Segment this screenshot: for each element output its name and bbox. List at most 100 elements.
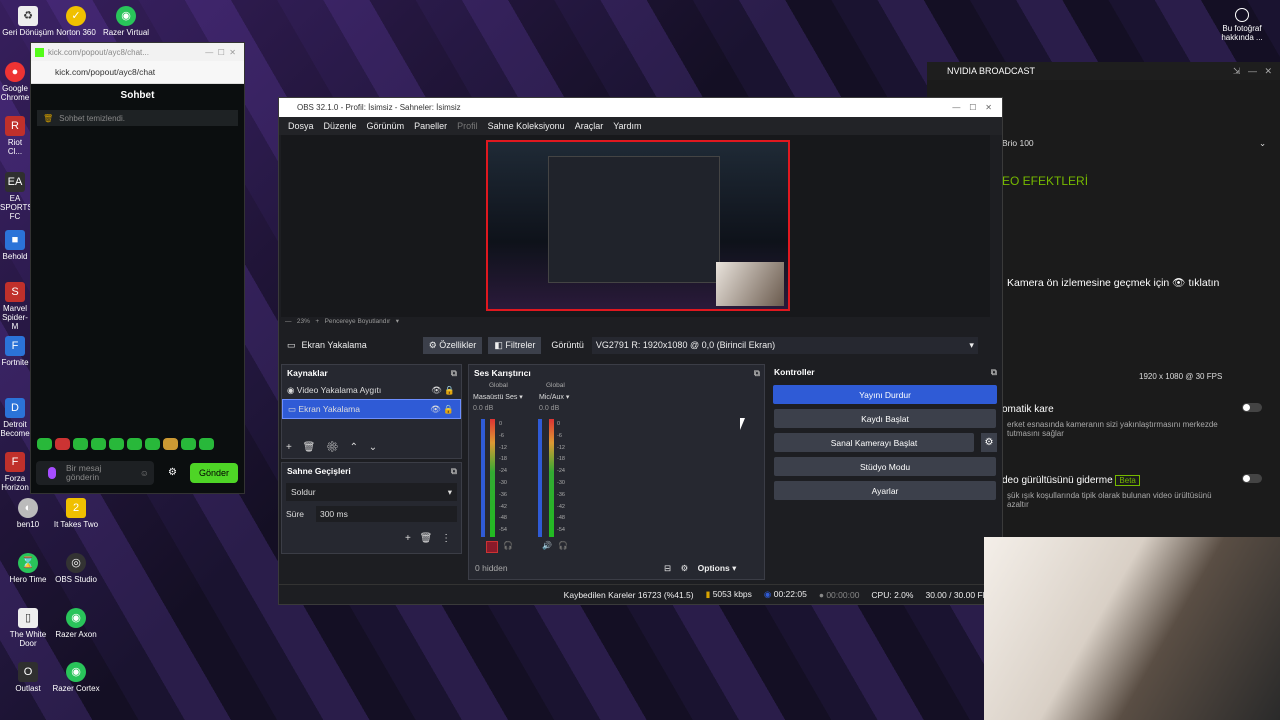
display-select[interactable]: VG2791 R: 1920x1080 @ 0,0 (Birincil Ekra… <box>591 336 978 354</box>
desktop-icon-behold[interactable]: ■ Behold <box>0 230 30 261</box>
desktop-icon-razer-axon[interactable]: ◉ Razer Axon <box>48 608 104 639</box>
desktop-icon-forza[interactable]: F Forza Horizon <box>0 452 30 492</box>
undock-icon[interactable]: ⧉ <box>451 466 457 477</box>
undock-icon[interactable]: ⧉ <box>991 367 997 378</box>
display-label: Görüntü <box>551 340 584 350</box>
channel-name-mic[interactable]: Mic/Aux ▾ <box>539 393 569 401</box>
source-item-selected[interactable]: ▭ Ekran Yakalama 👁 🔒 <box>282 399 461 419</box>
virtual-camera-button[interactable]: Sanal Kamerayı Başlat <box>774 433 974 452</box>
mute-desktop-icon[interactable] <box>486 541 498 553</box>
headphones-icon[interactable]: 🎧 <box>558 541 568 550</box>
settings-button[interactable]: Ayarlar <box>774 481 996 500</box>
monitor-icon: ▭ <box>287 339 296 350</box>
riot-icon: R <box>5 116 25 136</box>
desktop-icon-riot[interactable]: R Riot Cl... <box>0 116 30 156</box>
emote-bar[interactable] <box>37 438 214 450</box>
menu-help[interactable]: Yardım <box>608 121 646 131</box>
obs-titlebar: OBS 32.1.0 - Profil: İsimsiz - Sahneler:… <box>279 98 1002 117</box>
photo-info[interactable]: Bu fotoğraf hakkında ... <box>1212 8 1272 42</box>
emote[interactable] <box>109 438 124 450</box>
volume-slider-mic[interactable] <box>538 419 542 537</box>
kick-chat-window: kick.com/popout/ayc8/chat... — ☐ ✕ kick.… <box>30 42 245 494</box>
visibility-eye-icon[interactable]: 👁 🔒 <box>430 404 454 415</box>
autoframe-toggle[interactable] <box>1242 403 1262 412</box>
channel-name-desktop[interactable]: Masaüstü Ses ▾ <box>473 393 523 401</box>
emote[interactable] <box>73 438 88 450</box>
menu-tools[interactable]: Araçlar <box>570 121 609 131</box>
desktop-icon-obs[interactable]: ◎ OBS Studio <box>48 553 104 584</box>
channel-db: 0.0 dB <box>473 405 494 412</box>
cpu-usage: CPU: 2.0% <box>871 589 914 600</box>
mixer-title: Ses Karıştırıcı ⧉ <box>474 367 760 379</box>
menu-profile[interactable]: Profil <box>452 121 483 131</box>
source-toolbar: ▭ Ekran Yakalama ⚙ Özellikler ◧ Filtrele… <box>279 335 1002 355</box>
filters-button[interactable]: ◧ Filtreler <box>488 336 542 354</box>
desktop-icon-norton[interactable]: ✓ Norton 360 <box>48 6 104 37</box>
preview-source-capture[interactable] <box>486 140 790 311</box>
emote[interactable] <box>145 438 160 450</box>
sources-toolbar[interactable]: + 🗑 ⚙ ⌃ ⌄ <box>286 442 377 453</box>
emote[interactable] <box>91 438 106 450</box>
headphones-icon[interactable]: 🎧 <box>503 541 513 550</box>
resolution-select[interactable]: 1920 x 1080 @ 30 FPS <box>1139 372 1222 381</box>
stop-stream-button[interactable]: Yayını Durdur <box>773 385 997 404</box>
emote[interactable] <box>181 438 196 450</box>
emote[interactable] <box>163 438 178 450</box>
obs-preview[interactable] <box>281 135 990 317</box>
kick-url-bar[interactable]: kick.com/popout/ayc8/chat <box>31 61 244 84</box>
volume-slider-desktop[interactable] <box>481 419 485 537</box>
gear-icon[interactable]: ⚙ <box>168 467 177 478</box>
mixer-toolbar[interactable]: ⊟ ⚙ Options ▾ <box>664 563 736 574</box>
menu-file[interactable]: Dosya <box>283 121 319 131</box>
start-record-button[interactable]: Kaydı Başlat <box>774 409 996 428</box>
studio-mode-button[interactable]: Stüdyo Modu <box>774 457 996 476</box>
preview-hint[interactable]: Kamera ön izlemesine geçmek için 👁 tıkla… <box>1007 276 1219 289</box>
options-menu[interactable]: Options <box>698 563 730 573</box>
desktop-icon-spiderman[interactable]: S Marvel Spider-M <box>0 282 30 331</box>
virtual-camera-settings-icon[interactable]: ⚙ <box>981 433 997 452</box>
speaker-icon[interactable]: 🔊 <box>542 541 552 550</box>
menu-scene-collection[interactable]: Sahne Koleksiyonu <box>483 121 570 131</box>
window-controls[interactable]: — ☐ ✕ <box>205 48 236 57</box>
desktop-icon-chrome[interactable]: ● Google Chrome <box>0 62 30 102</box>
desktop-icon-fortnite[interactable]: F Fortnite <box>0 336 30 367</box>
feature-autoframe-desc: erket esnasında kameranın sizi yakınlaşt… <box>1007 420 1218 438</box>
zoom-bar[interactable]: — 23% + Pencereye Boyutlandır ▾ <box>285 317 399 325</box>
undock-icon[interactable]: ⧉ <box>754 368 760 379</box>
desktop-icon-ea[interactable]: EA EA SPORTS FC <box>0 172 30 221</box>
menu-view[interactable]: Görünüm <box>362 121 410 131</box>
desktop-icon-it-takes-two[interactable]: 2 It Takes Two <box>48 498 104 529</box>
app-icon: ■ <box>5 230 25 250</box>
emote[interactable] <box>55 438 70 450</box>
transitions-toolbar[interactable]: + 🗑 ⋮ <box>405 533 451 544</box>
visibility-eye-icon[interactable]: 👁 🔒 <box>431 385 455 396</box>
emote[interactable] <box>127 438 142 450</box>
camera-icon <box>1235 8 1249 22</box>
chevron-down-icon: ⌄ <box>1259 138 1267 148</box>
outlast-icon: O <box>18 662 38 682</box>
send-button[interactable]: Gönder <box>190 463 238 483</box>
emoji-icon[interactable]: ☺ <box>140 468 149 478</box>
source-item[interactable]: ◉ Video Yakalama Aygıtı 👁 🔒 <box>282 381 461 399</box>
window-controls[interactable]: ⇲ — ✕ <box>1233 66 1272 77</box>
undock-icon[interactable]: ⧉ <box>451 368 457 379</box>
denoise-toggle[interactable] <box>1242 474 1262 483</box>
obs-menubar: Dosya Düzenle Görünüm Paneller Profil Sa… <box>279 117 1002 135</box>
menu-edit[interactable]: Düzenle <box>319 121 362 131</box>
desktop-icon-detroit[interactable]: D Detroit Become <box>0 398 30 438</box>
properties-button[interactable]: ⚙ Özellikler <box>422 336 483 354</box>
emote[interactable] <box>37 438 52 450</box>
chat-message-input[interactable]: Bir mesaj gönderin ☺ <box>36 461 154 485</box>
feature-denoise-title: deo gürültüsünü giderme Beta <box>1002 475 1140 486</box>
desktop-icon-razer-cortex[interactable]: ◉ Razer Cortex <box>48 662 104 693</box>
duration-input[interactable]: 300 ms <box>315 506 457 522</box>
device-select[interactable]: Brio 100 ⌄ <box>1002 138 1266 148</box>
emote[interactable] <box>199 438 214 450</box>
desktop-icon-razer-virtual[interactable]: ◉ Razer Virtual <box>98 6 154 37</box>
transition-select[interactable]: Soldur ▾ <box>286 483 457 501</box>
menu-docks[interactable]: Paneller <box>409 121 452 131</box>
hidden-count[interactable]: 0 hidden <box>475 563 508 573</box>
window-controls[interactable]: — ☐ ✕ <box>952 103 992 112</box>
kick-titlebar: kick.com/popout/ayc8/chat... — ☐ ✕ <box>31 43 244 61</box>
obs-window: OBS 32.1.0 - Profil: İsimsiz - Sahneler:… <box>278 97 1003 605</box>
